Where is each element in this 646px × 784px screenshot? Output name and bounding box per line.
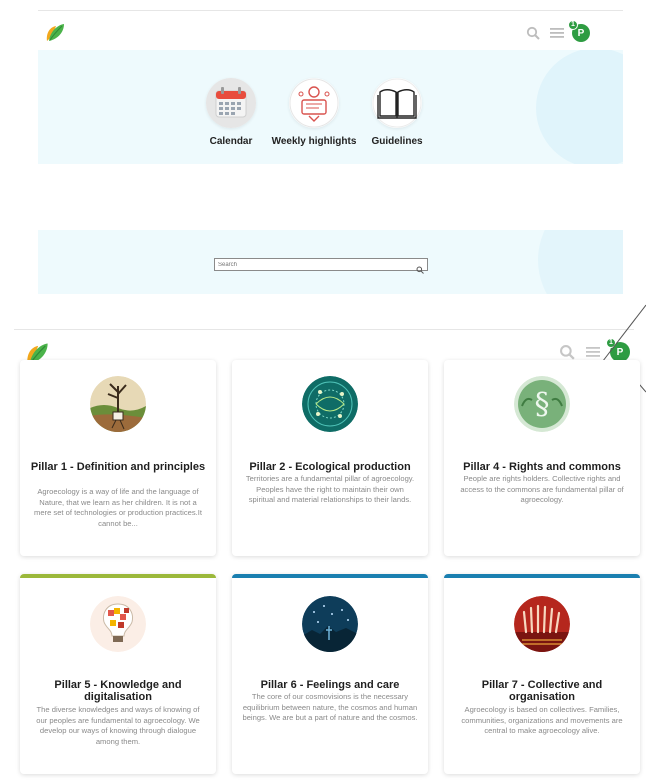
header-actions: P 1: [558, 338, 630, 362]
shortcut-guidelines[interactable]: Guidelines: [352, 78, 442, 147]
page: P 1 Calendar Weekly highlights Guideline…: [0, 0, 646, 784]
search-input[interactable]: [218, 259, 408, 270]
shortcut-label: Calendar: [209, 136, 253, 147]
leaf-logo-icon[interactable]: [44, 21, 66, 43]
pillar-description: Territories are a fundamental pillar of …: [245, 474, 415, 504]
pillar-card-5[interactable]: Pillar 5 - Knowledge and digitalisation …: [20, 574, 216, 774]
pillar-title: Pillar 5 - Knowledge and digitalisation: [54, 679, 182, 703]
pillar-5-illustration: [90, 596, 146, 652]
svg-text:§: §: [535, 387, 550, 422]
notification-badge: 1: [568, 20, 578, 30]
menu-icon[interactable]: [584, 343, 602, 361]
highlights-icon: [289, 78, 339, 128]
menu-icon[interactable]: [548, 24, 566, 42]
pillar-title: Pillar 2 - Ecological production: [249, 461, 411, 473]
header-divider: [14, 329, 634, 330]
shortcut-calendar[interactable]: Calendar: [186, 78, 276, 147]
search-icon[interactable]: [524, 24, 542, 42]
pillar-card-6[interactable]: Pillar 6 - Feelings and care The core of…: [232, 574, 428, 774]
card-accent-bar: [20, 574, 216, 578]
decorative-circle: [536, 50, 623, 164]
top-header: P 1: [38, 16, 623, 50]
pillar-card-2[interactable]: Pillar 2 - Ecological production Territo…: [232, 360, 428, 556]
pillar-4-illustration: §: [514, 376, 570, 432]
top-divider: [38, 10, 623, 11]
avatar[interactable]: P 1: [568, 20, 590, 42]
pillar-card-1[interactable]: Pillar 1 - Definition and principles Agr…: [20, 360, 216, 556]
pillar-7-illustration: [514, 596, 570, 652]
pillar-description: People are rights holders. Collective ri…: [460, 474, 624, 504]
card-accent-bar: [232, 574, 428, 578]
shortcut-weekly-highlights[interactable]: Weekly highlights: [269, 78, 359, 147]
avatar[interactable]: P 1: [606, 338, 630, 362]
pillar-title: Pillar 4 - Rights and commons: [463, 461, 621, 473]
search-icon[interactable]: [416, 261, 424, 274]
search-band: [38, 230, 623, 294]
pillar-6-illustration: [302, 596, 358, 652]
pillar-2-illustration: [302, 376, 358, 432]
calendar-icon: [206, 78, 256, 128]
pillar-description: Agroecology is a way of life and the lan…: [34, 487, 202, 528]
pillar-description: Agroecology is based on collectives. Fam…: [461, 705, 623, 735]
shortcuts-band: Calendar Weekly highlights Guidelines: [38, 50, 623, 164]
pillar-1-illustration: [90, 376, 146, 432]
pillar-description: The core of our cosmovisions is the nece…: [242, 692, 418, 722]
pillar-description: The diverse knowledges and ways of knowi…: [36, 705, 200, 746]
notification-badge: 1: [606, 338, 616, 348]
card-accent-bar: [444, 574, 640, 578]
pillar-title: Pillar 7 - Collective and organisation: [481, 679, 603, 703]
header-actions: P 1: [524, 20, 590, 42]
search-icon[interactable]: [558, 343, 576, 361]
shortcut-label: Guidelines: [371, 136, 423, 147]
pillar-card-4[interactable]: § Pillar 4 - Rights and commons People a…: [444, 360, 640, 556]
pillar-card-7[interactable]: Pillar 7 - Collective and organisation A…: [444, 574, 640, 774]
avatar-initial: P: [577, 27, 585, 39]
book-icon: [372, 78, 422, 128]
pillar-title: Pillar 6 - Feelings and care: [260, 679, 400, 691]
decorative-circle: [538, 230, 623, 294]
avatar-initial: P: [616, 346, 624, 358]
search-box[interactable]: [214, 258, 428, 274]
shortcut-label: Weekly highlights: [271, 136, 357, 147]
pillar-title: Pillar 1 - Definition and principles: [30, 461, 206, 473]
